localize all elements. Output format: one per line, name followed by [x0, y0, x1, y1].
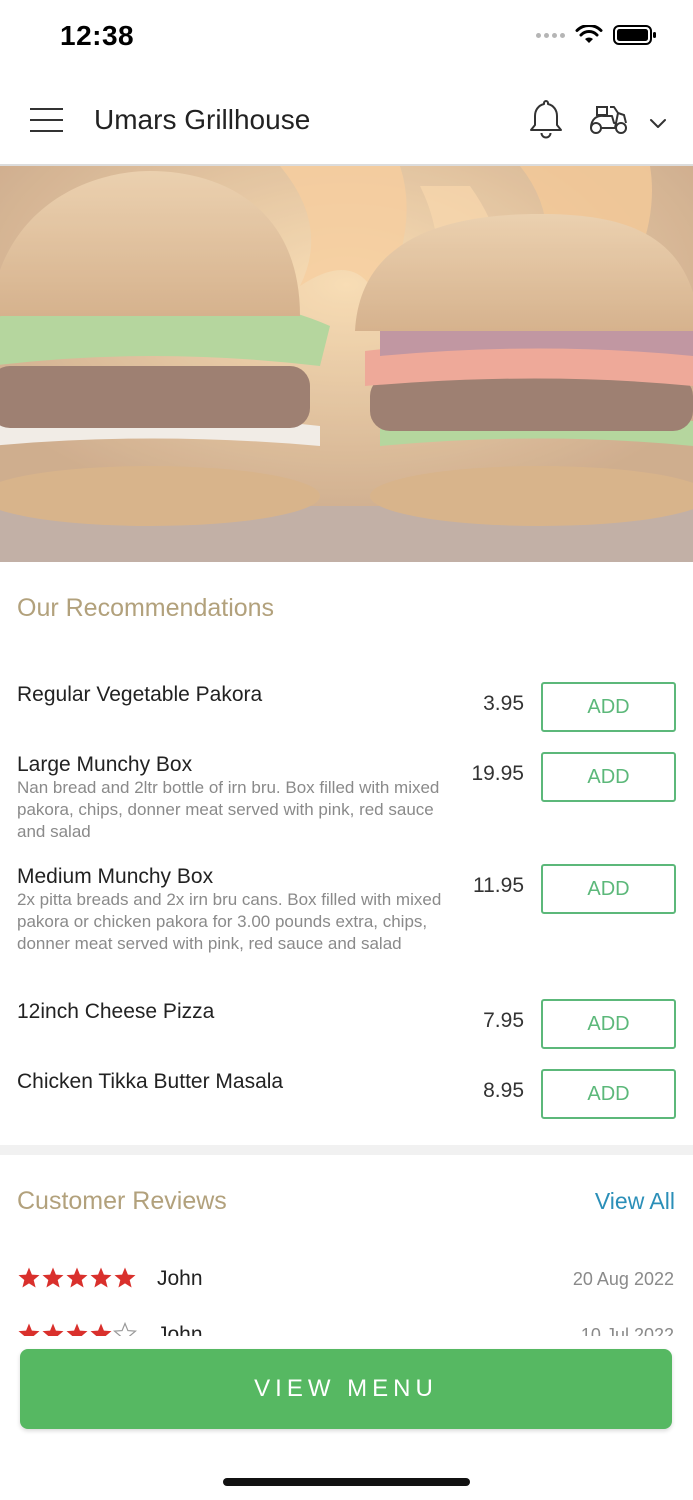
- add-button[interactable]: ADD: [541, 752, 676, 802]
- star-icon: [90, 1267, 112, 1288]
- star-icon: [66, 1267, 88, 1288]
- star-icon: [42, 1323, 64, 1336]
- recommendation-item: Large Munchy Box Nan bread and 2ltr bott…: [17, 752, 676, 852]
- recommendation-item: 12inch Cheese Pizza 7.95 ADD: [17, 999, 676, 1059]
- status-bar: 12:38: [0, 0, 693, 70]
- recommendation-item: Regular Vegetable Pakora 3.95 ADD: [17, 682, 676, 742]
- status-time: 12:38: [60, 20, 135, 51]
- item-description: Nan bread and 2ltr bottle of irn bru. Bo…: [17, 778, 440, 841]
- add-button[interactable]: ADD: [541, 682, 676, 732]
- item-price: 3.95: [483, 692, 524, 715]
- review-row: John 20 Aug 2022: [17, 1266, 674, 1296]
- star-icon: [90, 1323, 112, 1336]
- review-row: John 10 Jul 2022: [17, 1322, 674, 1336]
- view-menu-button[interactable]: VIEW MENU: [20, 1349, 672, 1429]
- add-button[interactable]: ADD: [541, 864, 676, 914]
- signal-dots-icon: [536, 32, 565, 38]
- star-outline-icon: [113, 1322, 137, 1336]
- delivery-mode-selector[interactable]: [588, 101, 670, 141]
- app-header: Umars Grillhouse: [0, 73, 693, 166]
- recommendations-title: Our Recommendations: [17, 594, 275, 622]
- item-price: 11.95: [473, 874, 524, 897]
- bell-icon: [530, 100, 562, 139]
- view-all-reviews-link[interactable]: View All: [595, 1188, 675, 1215]
- recommendation-item: Medium Munchy Box 2x pitta breads and 2x…: [17, 864, 676, 984]
- star-icon: [114, 1267, 136, 1288]
- star-rating: [17, 1266, 137, 1290]
- notifications-button[interactable]: [526, 97, 566, 141]
- add-button[interactable]: ADD: [541, 999, 676, 1049]
- star-icon: [18, 1267, 40, 1288]
- item-price: 7.95: [483, 1009, 524, 1032]
- hamburger-menu-icon[interactable]: [30, 108, 64, 132]
- reviews-list: John 20 Aug 2022 John 10 Jul 2022: [0, 1260, 693, 1336]
- star-icon: [18, 1323, 40, 1336]
- star-icon: [42, 1267, 64, 1288]
- chevron-down-icon: [650, 119, 666, 128]
- home-indicator: [223, 1478, 470, 1486]
- status-icons: [536, 24, 657, 46]
- review-date: 10 Jul 2022: [580, 1325, 674, 1336]
- battery-icon: [613, 25, 656, 45]
- section-divider: [0, 1145, 693, 1155]
- add-button[interactable]: ADD: [541, 1069, 676, 1119]
- hero-banner-image: [0, 166, 693, 562]
- item-description: 2x pitta breads and 2x irn bru cans. Box…: [17, 890, 442, 953]
- wifi-icon: [575, 25, 603, 43]
- reviews-title: Customer Reviews: [17, 1187, 227, 1215]
- shop-title: Umars Grillhouse: [94, 104, 311, 135]
- recommendation-item: Chicken Tikka Butter Masala 8.95 ADD: [17, 1069, 676, 1129]
- review-date: 20 Aug 2022: [572, 1269, 674, 1289]
- reviewer-name: John: [157, 1323, 203, 1336]
- reviewer-name: John: [157, 1267, 203, 1290]
- star-rating: [17, 1322, 137, 1336]
- item-price: 8.95: [483, 1079, 524, 1102]
- star-icon: [66, 1323, 88, 1336]
- item-price: 19.95: [471, 762, 524, 785]
- scooter-delivery-icon: [590, 106, 627, 134]
